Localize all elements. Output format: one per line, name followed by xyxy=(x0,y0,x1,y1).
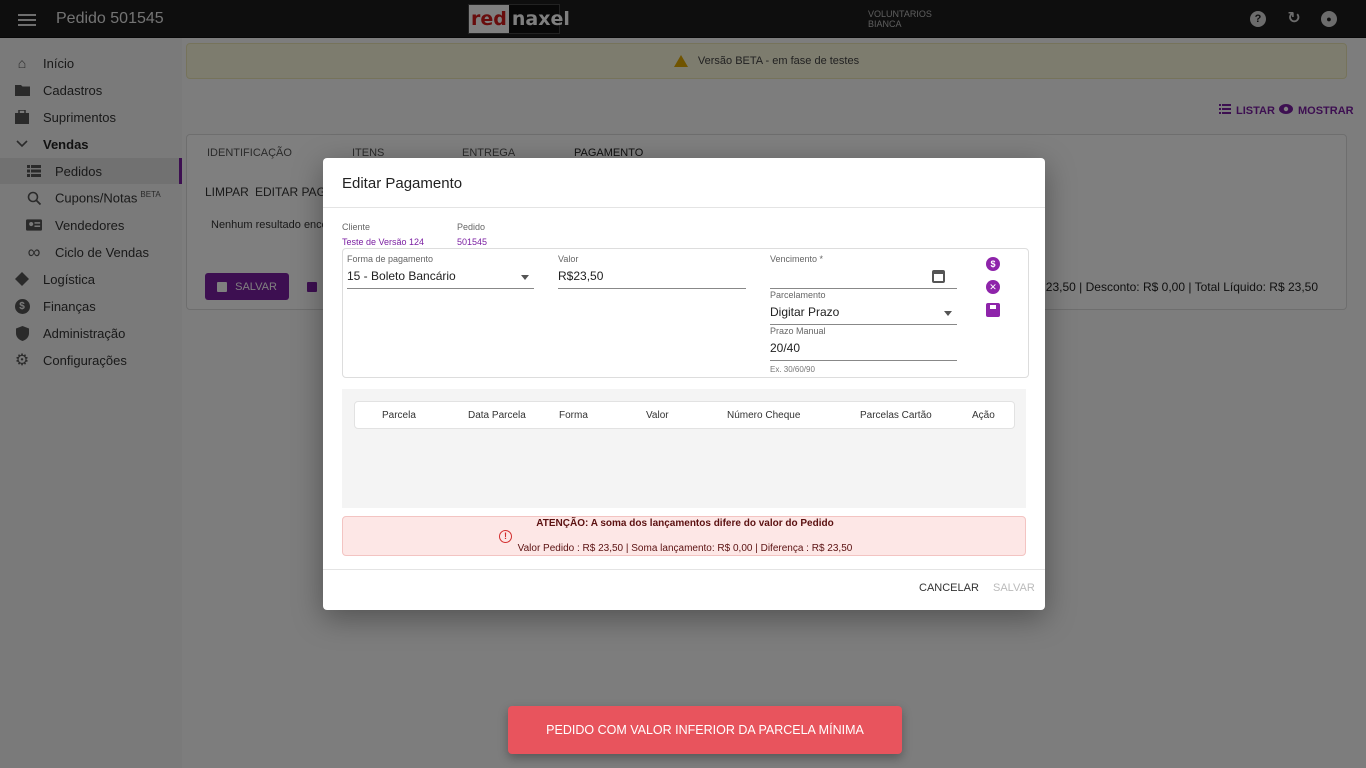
valor-label: Valor xyxy=(558,254,579,264)
th-parcela[interactable]: Parcela xyxy=(382,410,416,421)
edit-payment-dialog: Editar Pagamento Cliente Teste de Versão… xyxy=(323,158,1045,610)
alert-detail: Valor Pedido : R$ 23,50 | Soma lançament… xyxy=(517,543,853,554)
installments-table: Parcela Data Parcela Forma Valor Número … xyxy=(342,389,1026,508)
dialog-save-button[interactable]: SALVAR xyxy=(993,582,1035,594)
th-parcelas-cartao[interactable]: Parcelas Cartão xyxy=(860,410,932,421)
cancel-button[interactable]: CANCELAR xyxy=(919,582,979,594)
close-icon[interactable]: ✕ xyxy=(986,280,1000,294)
forma-select[interactable]: 15 - Boleto Bancário xyxy=(347,269,456,283)
dialog-title: Editar Pagamento xyxy=(342,175,463,192)
calendar-icon[interactable] xyxy=(932,270,945,283)
vencimento-input[interactable] xyxy=(770,266,930,286)
cliente-value: Teste de Versão 124 xyxy=(342,237,425,247)
parcelamento-select[interactable]: Digitar Prazo xyxy=(770,305,839,319)
th-numero-cheque[interactable]: Número Cheque xyxy=(727,410,800,421)
prazo-underline xyxy=(770,360,957,361)
forma-underline xyxy=(347,288,534,289)
forma-label: Forma de pagamento xyxy=(347,254,434,264)
pedido-value: 501545 xyxy=(457,237,488,247)
sum-mismatch-alert: ! ATENÇÃO: A soma dos lançamentos difere… xyxy=(342,516,1026,556)
th-data-parcela[interactable]: Data Parcela xyxy=(468,410,526,421)
valor-input[interactable]: R$23,50 xyxy=(558,269,603,283)
floppy-icon[interactable] xyxy=(986,303,1000,317)
th-forma[interactable]: Forma xyxy=(559,410,588,421)
divider xyxy=(323,569,1045,570)
chevron-down-icon[interactable] xyxy=(521,275,529,280)
th-acao[interactable]: Ação xyxy=(972,410,995,421)
error-snackbar: PEDIDO COM VALOR INFERIOR DA PARCELA MÍN… xyxy=(508,706,902,754)
chevron-down-icon[interactable] xyxy=(944,311,952,316)
divider xyxy=(323,207,1045,208)
parcelamento-underline xyxy=(770,324,957,325)
prazo-hint: Ex. 30/60/90 xyxy=(770,365,815,374)
alert-title: ATENÇÃO: A soma dos lançamentos difere d… xyxy=(536,518,834,529)
valor-underline xyxy=(558,288,746,289)
vencimento-underline xyxy=(770,288,957,289)
cliente-label: Cliente xyxy=(342,222,371,232)
prazo-label: Prazo Manual xyxy=(770,326,826,336)
parcelamento-label: Parcelamento xyxy=(770,290,826,300)
prazo-input[interactable]: 20/40 xyxy=(770,341,800,355)
vencimento-label: Vencimento * xyxy=(770,254,824,264)
error-icon: ! xyxy=(499,530,512,543)
table-header: Parcela Data Parcela Forma Valor Número … xyxy=(354,401,1015,429)
dollar-icon[interactable]: $ xyxy=(986,257,1000,271)
th-valor[interactable]: Valor xyxy=(646,410,669,421)
pedido-label: Pedido xyxy=(457,222,486,232)
